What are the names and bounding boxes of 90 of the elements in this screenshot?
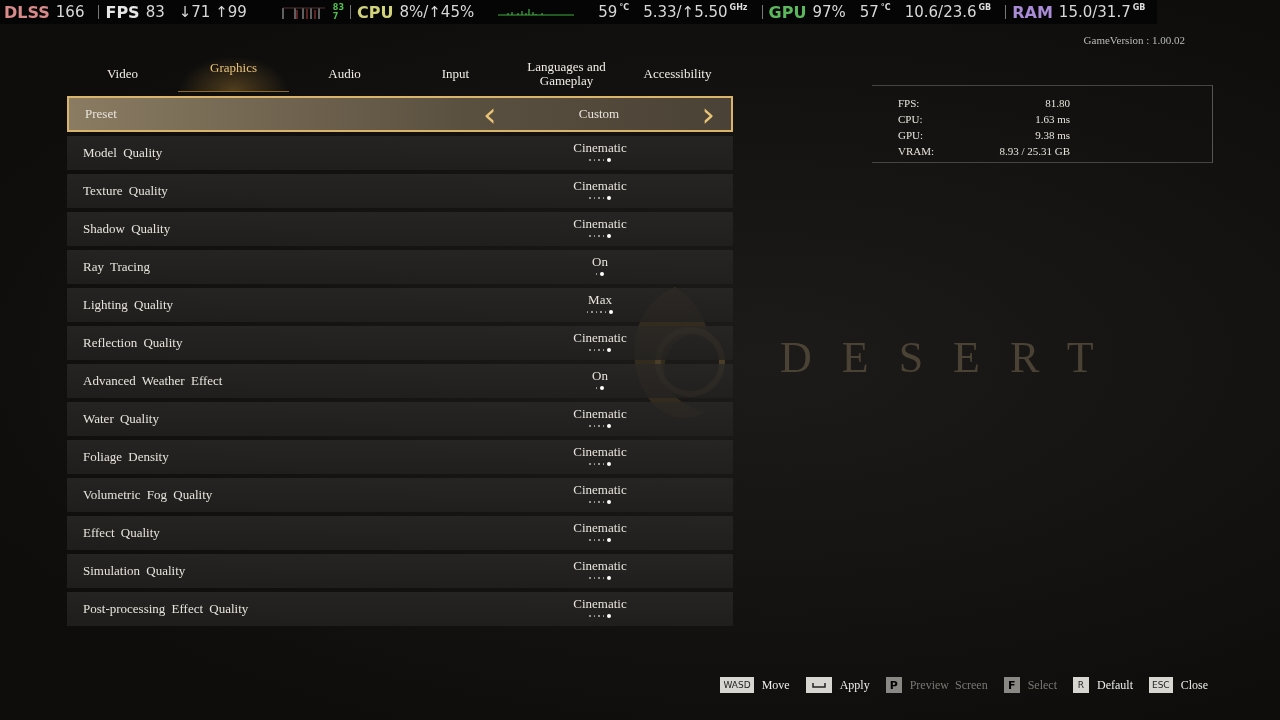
setting-label: Model Quality <box>83 145 163 161</box>
setting-value: Cinematic <box>573 140 627 156</box>
cpu-load-graph-icon <box>498 8 575 16</box>
overlay-label: RAM <box>1012 2 1053 22</box>
overlay-value: 59 <box>598 3 618 21</box>
setting-row[interactable]: Post-processing Effect Quality Cinematic <box>67 592 733 626</box>
setting-row[interactable]: Effect Quality Cinematic <box>67 516 733 550</box>
overlay-unit: GB <box>978 3 992 12</box>
setting-label: Water Quality <box>83 411 159 427</box>
stat-value: 1.63 ms <box>1035 112 1070 127</box>
setting-row[interactable]: Water Quality Cinematic <box>67 402 733 436</box>
setting-row[interactable]: Ray Tracing On <box>67 250 733 284</box>
overlay-value: 166 <box>55 3 85 21</box>
key-icon: WASD <box>720 677 754 693</box>
overlay-value: 15.0/31.7 <box>1058 3 1131 21</box>
setting-row[interactable]: Texture Quality Cinematic <box>67 174 733 208</box>
stat-value: 9.38 ms <box>1035 128 1070 143</box>
hint-label[interactable]: Apply <box>839 677 870 693</box>
setting-row[interactable]: Advanced Weather Effect On <box>67 364 733 398</box>
setting-value: Cinematic <box>573 406 627 422</box>
key-icon: ESC <box>1148 677 1173 693</box>
overlay-mini-value: 83 <box>332 3 344 12</box>
setting-value: Custom <box>578 106 620 122</box>
overlay-label: FPS <box>105 2 140 22</box>
overlay-value: 5.33/↑5.50 <box>643 3 728 21</box>
setting-label: Simulation Quality <box>83 563 186 579</box>
stat-label: FPS: <box>898 96 920 111</box>
overlay-label: CPU <box>356 2 394 22</box>
setting-value: Cinematic <box>573 178 627 194</box>
overlay-label: DLSS <box>4 2 50 22</box>
setting-value: On <box>592 254 608 270</box>
overlay-value: 83 <box>145 3 165 21</box>
overlay-unit: GB <box>1132 3 1146 12</box>
setting-value: Cinematic <box>573 596 627 612</box>
overlay-unit: °C <box>619 3 630 12</box>
setting-value: Max <box>588 292 612 308</box>
stat-value: 81.80 <box>1045 96 1070 111</box>
setting-row[interactable]: Reflection Quality Cinematic <box>67 326 733 360</box>
hint-label[interactable]: Default <box>1097 677 1133 693</box>
key-icon: R <box>1073 677 1089 693</box>
preset-row[interactable]: Preset ‹ Custom › <box>67 96 733 132</box>
settings-tab[interactable]: Graphics <box>178 56 289 92</box>
setting-label: Ray Tracing <box>83 259 150 275</box>
setting-row[interactable]: Lighting Quality Max <box>67 288 733 322</box>
setting-row[interactable]: Model Quality Cinematic <box>67 136 733 170</box>
hint-label[interactable]: Close <box>1180 677 1208 693</box>
setting-label: Advanced Weather Effect <box>83 373 223 389</box>
setting-label: Foliage Density <box>83 449 169 465</box>
setting-value: Cinematic <box>573 520 627 536</box>
setting-row[interactable]: Simulation Quality Cinematic <box>67 554 733 588</box>
settings-tab[interactable]: Video <box>67 56 178 92</box>
stat-label: VRAM: <box>898 144 935 159</box>
setting-label: Texture Quality <box>83 183 168 199</box>
game-version: GameVersion : 1.00.02 <box>1083 34 1185 46</box>
setting-value: On <box>592 368 608 384</box>
settings-tab[interactable]: Accessibility <box>622 56 733 92</box>
setting-value: Cinematic <box>573 444 627 460</box>
overlay-value: 8%/↑45% <box>399 3 475 21</box>
settings-tab[interactable]: Input <box>400 56 511 92</box>
setting-value: Cinematic <box>573 482 627 498</box>
overlay-unit: °C <box>880 3 891 12</box>
frametime-graph-icon <box>280 4 327 20</box>
setting-label: Shadow Quality <box>83 221 171 237</box>
setting-label: Post-processing Effect Quality <box>83 601 249 617</box>
setting-value: Cinematic <box>573 330 627 346</box>
setting-label: Volumetric Fog Quality <box>83 487 213 503</box>
overlay-mini-value: 7 <box>332 12 340 21</box>
overlay-value: 57 <box>859 3 879 21</box>
setting-label: Reflection Quality <box>83 335 183 351</box>
overlay-value: 10.6/23.6 <box>904 3 977 21</box>
hint-label[interactable]: Move <box>761 677 790 693</box>
setting-value: Cinematic <box>573 558 627 574</box>
key-icon: F <box>1003 677 1020 693</box>
setting-label: Preset <box>85 106 117 122</box>
overlay-value: ↓71 ↑99 <box>178 3 247 21</box>
stat-label: GPU: <box>898 128 924 143</box>
setting-label: Lighting Quality <box>83 297 174 313</box>
setting-label: Effect Quality <box>83 525 160 541</box>
setting-value: Cinematic <box>573 216 627 232</box>
setting-row[interactable]: Shadow Quality Cinematic <box>67 212 733 246</box>
overlay-value: 97% <box>812 3 846 21</box>
overlay-unit: GHz <box>729 3 748 12</box>
stat-label: CPU: <box>898 112 923 127</box>
overlay-label: GPU <box>768 2 807 22</box>
setting-row[interactable]: Foliage Density Cinematic <box>67 440 733 474</box>
key-icon: P <box>885 677 902 693</box>
stat-value: 8.93 / 25.31 GB <box>999 144 1070 159</box>
setting-row[interactable]: Volumetric Fog Quality Cinematic <box>67 478 733 512</box>
settings-tab[interactable]: Audio <box>289 56 400 92</box>
settings-tab[interactable]: Languages and Gameplay <box>511 56 622 92</box>
